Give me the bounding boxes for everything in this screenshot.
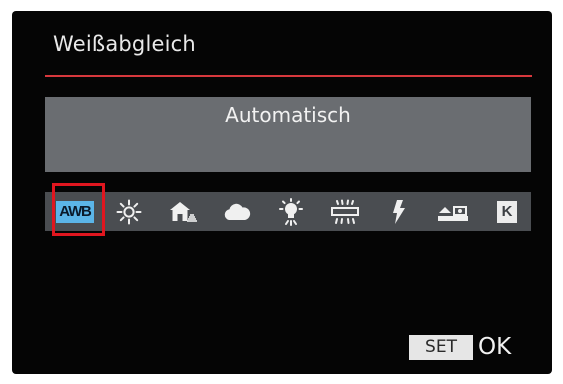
wb-option-color-temperature[interactable]: K [485, 192, 529, 231]
camera-photo-frame: Weißabgleich Automatisch AWB K SET OK [0, 0, 563, 384]
selected-mode-label: Automatisch [225, 103, 351, 127]
wb-option-daylight[interactable] [107, 192, 151, 231]
menu-title: Weißabgleich [53, 32, 196, 56]
shade-icon [170, 201, 197, 222]
wb-option-fluorescent[interactable] [323, 192, 367, 231]
selection-cursor [52, 183, 105, 236]
wb-option-cloudy[interactable] [215, 192, 259, 231]
selected-mode-panel: Automatisch [45, 97, 531, 172]
color-temperature-icon: K [496, 200, 518, 223]
flash-icon [393, 199, 405, 224]
white-balance-options: AWB K [45, 192, 531, 231]
wb-option-tungsten[interactable] [269, 192, 313, 231]
title-divider [45, 75, 532, 77]
wb-option-shade[interactable] [161, 192, 205, 231]
set-button-badge[interactable]: SET [409, 335, 473, 360]
ok-label: OK [478, 334, 512, 360]
wb-option-flash[interactable] [377, 192, 421, 231]
cloudy-icon [224, 203, 251, 220]
daylight-sun-icon [116, 199, 142, 224]
tungsten-icon [279, 197, 303, 226]
fluorescent-icon [331, 199, 359, 224]
custom-wb-icon [438, 205, 468, 221]
wb-option-custom[interactable] [431, 192, 475, 231]
